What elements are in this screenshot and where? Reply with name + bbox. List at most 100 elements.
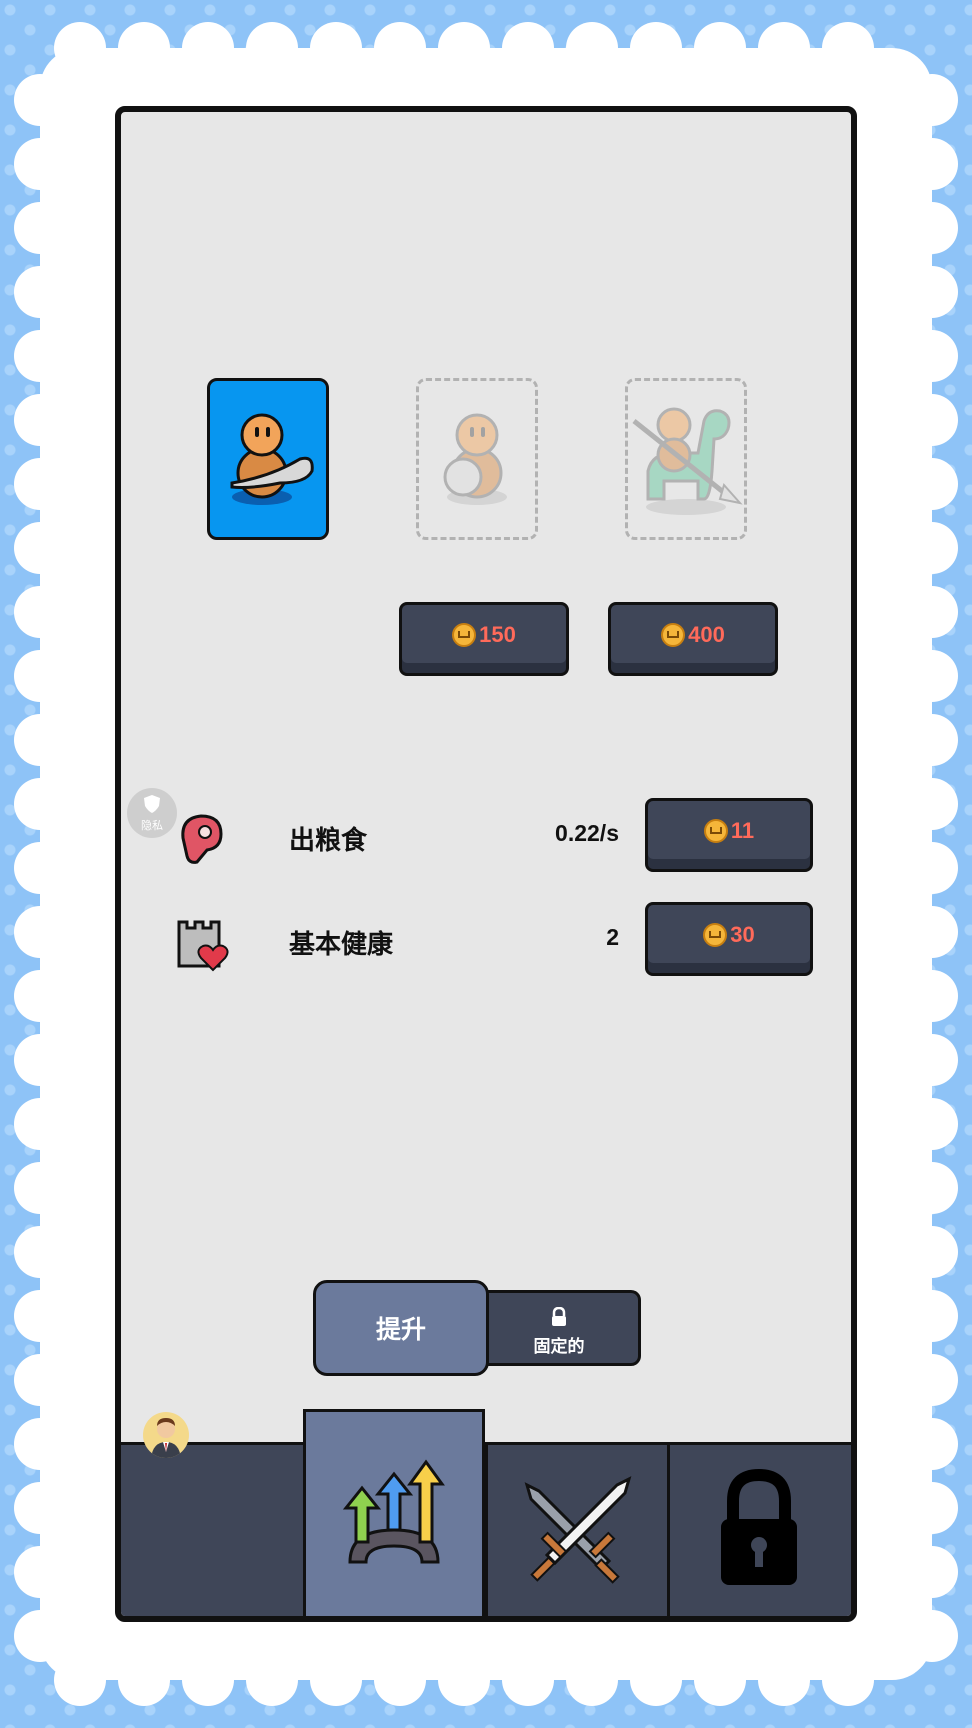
scallop-bump — [246, 1654, 298, 1706]
scallop-bump — [438, 22, 490, 74]
buy-dino-rider-button[interactable]: 400 — [608, 602, 778, 676]
stat-value: 0.22/s — [555, 820, 619, 846]
scallop-bump — [118, 22, 170, 74]
scallop-bump — [630, 22, 682, 74]
scallop-bump — [906, 1226, 958, 1278]
scallop-bump — [758, 22, 810, 74]
scallop-bump — [906, 266, 958, 318]
scallop-bump — [54, 22, 106, 74]
avatar[interactable] — [143, 1412, 189, 1458]
lock-icon — [552, 1306, 566, 1326]
upgrade-food-button[interactable]: 11 — [645, 798, 813, 872]
scallop-bump — [310, 22, 362, 74]
scallop-bump — [14, 586, 66, 638]
scallop-bump — [906, 1098, 958, 1150]
scallop-bump — [566, 22, 618, 74]
upgrade-arrows-icon — [342, 1459, 445, 1564]
scallop-bump — [54, 1654, 106, 1706]
bottom-nav — [121, 1409, 851, 1616]
scallop-bump — [906, 74, 958, 126]
meat-icon — [181, 814, 223, 864]
scallop-bump — [906, 1162, 958, 1214]
scallop-bump — [14, 778, 66, 830]
buy-shield-warrior-button[interactable]: 150 — [399, 602, 569, 676]
scallop-bump — [14, 714, 66, 766]
unit-card-shield-warrior[interactable] — [416, 378, 538, 540]
scallop-bump — [906, 778, 958, 830]
nav-locked[interactable] — [669, 1445, 851, 1616]
scallop-bump — [14, 74, 66, 126]
scallop-bump — [906, 138, 958, 190]
scallop-bump — [14, 266, 66, 318]
scallop-bump — [182, 22, 234, 74]
scallop-bump — [246, 22, 298, 74]
scallop-bump — [906, 1034, 958, 1086]
scallop-bump — [906, 394, 958, 446]
scallop-bump — [438, 1654, 490, 1706]
scallop-bump — [310, 1654, 362, 1706]
tab-upgrade-label: 提升 — [375, 1315, 426, 1344]
scallop-bump — [14, 1482, 66, 1534]
upgrade-health-button[interactable]: 30 — [645, 902, 813, 976]
scallop-bump — [566, 1654, 618, 1706]
scallop-bump — [374, 1654, 426, 1706]
tab-upgrade[interactable]: 提升 — [313, 1280, 489, 1376]
stat-row-health: 基本健康 2 30 — [173, 902, 813, 982]
scallop-bump — [14, 1610, 66, 1662]
stat-row-food: 出粮食 0.22/s 11 — [173, 798, 813, 878]
stat-label: 出粮食 — [289, 826, 368, 856]
tab-fixed[interactable]: 固定的 — [477, 1290, 641, 1366]
scallop-bump — [14, 650, 66, 702]
scallop-bump — [630, 1654, 682, 1706]
scallop-bump — [694, 22, 746, 74]
scallop-bump — [14, 1034, 66, 1086]
scallop-bump — [906, 842, 958, 894]
scallop-bump — [14, 1354, 66, 1406]
club-warrior-icon — [230, 413, 314, 505]
scallop-bump — [906, 1354, 958, 1406]
scallop-bump — [906, 1418, 958, 1470]
scallop-bump — [14, 1546, 66, 1598]
nav-empty-slot — [121, 1445, 303, 1616]
stat-label: 基本健康 — [289, 930, 394, 960]
scallop-bump — [14, 138, 66, 190]
scallop-bump — [14, 970, 66, 1022]
unit-card-dino-rider[interactable] — [625, 378, 747, 540]
scallop-bump — [14, 202, 66, 254]
scallop-bump — [182, 1654, 234, 1706]
scallop-bump — [14, 1418, 66, 1470]
scallop-bump — [694, 1654, 746, 1706]
nav-battle[interactable] — [487, 1445, 669, 1616]
main-panel: 150 400 隐私 出粮食 0.22/s 11 基本健康 2 30 固定的 提… — [115, 106, 857, 1622]
castle-heart-icon — [177, 920, 229, 972]
crown-coin-icon — [452, 623, 477, 647]
scallop-bump — [822, 1654, 874, 1706]
scallop-bump — [822, 22, 874, 74]
scallop-bump — [906, 202, 958, 254]
scallop-bump — [374, 22, 426, 74]
scallop-bump — [906, 1290, 958, 1342]
scallop-bump — [14, 1162, 66, 1214]
scallop-bump — [906, 1546, 958, 1598]
scallop-bump — [14, 906, 66, 958]
scallop-bump — [906, 650, 958, 702]
scallop-bump — [14, 458, 66, 510]
scallop-bump — [906, 330, 958, 382]
scallop-bump — [906, 522, 958, 574]
scallop-bump — [906, 1482, 958, 1534]
scallop-bump — [14, 1226, 66, 1278]
crown-coin-icon — [703, 819, 728, 843]
shield-icon — [144, 795, 160, 813]
scallop-bump — [14, 1290, 66, 1342]
scallop-bump — [14, 842, 66, 894]
scallop-bump — [502, 1654, 554, 1706]
scallop-bump — [14, 1098, 66, 1150]
privacy-badge[interactable]: 隐私 — [127, 788, 177, 838]
scallop-bump — [502, 22, 554, 74]
nav-upgrades[interactable] — [303, 1409, 485, 1616]
crown-coin-icon — [661, 623, 686, 647]
scallop-bump — [14, 522, 66, 574]
tab-fixed-label: 固定的 — [533, 1337, 585, 1357]
unit-card-club-warrior[interactable] — [207, 378, 329, 540]
stat-value: 2 — [606, 924, 619, 950]
